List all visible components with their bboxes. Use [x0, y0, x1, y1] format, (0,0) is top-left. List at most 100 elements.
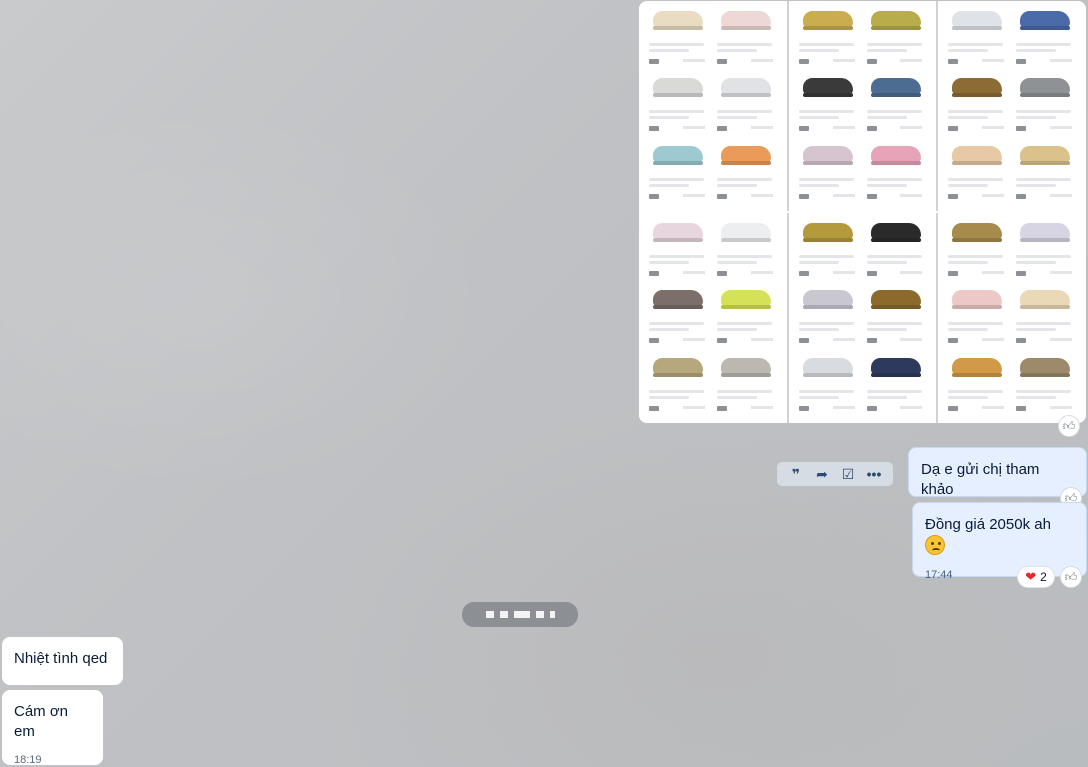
sent-message-1[interactable]: Dạ e gửi chị tham khảo — [908, 447, 1087, 498]
shoe-product-cell — [645, 72, 713, 139]
product-tag — [866, 338, 877, 344]
shoe-thumbnail — [720, 78, 771, 95]
product-tag — [1016, 59, 1027, 64]
shoe-product-cell — [944, 140, 1012, 207]
image-row-bottom — [639, 213, 1086, 423]
product-text-placeholder — [948, 43, 1004, 46]
shoe-thumbnail — [870, 290, 921, 307]
product-photo-4[interactable] — [639, 213, 787, 423]
product-text-placeholder — [1016, 389, 1072, 393]
product-text-placeholder — [649, 183, 689, 187]
received-message-1[interactable]: Nhiệt tình qed — [2, 637, 123, 685]
product-text-placeholder — [798, 116, 839, 120]
product-price-placeholder — [682, 405, 705, 409]
product-price-placeholder — [682, 338, 705, 342]
shoe-thumbnail — [952, 223, 1003, 239]
product-tag — [649, 338, 659, 344]
shoe-thumbnail — [720, 223, 771, 239]
heart-icon: ❤ — [1025, 569, 1037, 584]
shoe-thumbnail — [1020, 223, 1071, 239]
product-tag — [716, 405, 727, 411]
product-price-placeholder — [1050, 193, 1073, 197]
product-price-placeholder — [900, 405, 923, 409]
quote-icon[interactable]: ❞ — [786, 466, 806, 483]
forward-icon[interactable]: ➦ — [812, 466, 832, 483]
product-price-placeholder — [900, 338, 923, 342]
product-tag — [649, 126, 659, 132]
product-text-placeholder — [649, 261, 689, 264]
product-photo-2[interactable] — [788, 1, 937, 211]
shoe-thumbnail — [952, 145, 1003, 162]
product-text-placeholder — [649, 322, 704, 326]
product-price-placeholder — [900, 59, 923, 62]
product-photo-6[interactable] — [938, 213, 1086, 423]
typing-indicator — [462, 602, 578, 627]
product-text-placeholder — [716, 322, 772, 326]
image-collage-message[interactable] — [639, 1, 1086, 423]
product-price-placeholder — [750, 59, 773, 62]
shoe-thumbnail — [952, 357, 1003, 374]
product-photo-3[interactable] — [938, 1, 1086, 211]
product-text-placeholder — [649, 177, 704, 181]
shoe-thumbnail — [870, 78, 921, 95]
shoe-thumbnail — [802, 78, 853, 95]
like-image-button[interactable]: 👍︎ — [1058, 415, 1080, 437]
product-tag — [798, 59, 809, 64]
product-text-placeholder — [798, 177, 854, 181]
shoe-thumbnail — [952, 11, 1003, 27]
product-text-placeholder — [649, 49, 689, 52]
product-text-placeholder — [716, 389, 772, 393]
product-text-placeholder — [1016, 49, 1057, 52]
product-price-placeholder — [682, 126, 705, 130]
like-message-button[interactable]: 👍︎ — [1060, 566, 1082, 588]
product-tag — [1016, 405, 1027, 411]
shoe-thumbnail — [802, 357, 853, 374]
shoe-product-cell — [1012, 284, 1080, 351]
product-price-placeholder — [750, 405, 773, 409]
product-text-placeholder — [866, 389, 922, 393]
shoe-thumbnail — [720, 357, 771, 374]
shoe-product-cell — [713, 72, 781, 139]
shoe-thumbnail — [720, 290, 771, 307]
product-price-placeholder — [832, 271, 855, 274]
received-message-2[interactable]: Cám ơn em 18:19 — [2, 690, 103, 766]
shoe-thumbnail — [870, 11, 921, 27]
shoe-thumbnail — [802, 223, 853, 239]
thumbs-up-icon: 👍︎ — [1062, 418, 1076, 433]
shoe-thumbnail — [1020, 290, 1071, 307]
product-text-placeholder — [866, 110, 922, 114]
product-price-placeholder — [750, 193, 773, 197]
product-photo-5[interactable] — [788, 213, 937, 423]
shoe-thumbnail — [802, 11, 853, 27]
task-icon[interactable]: ☑ — [838, 466, 858, 483]
product-text-placeholder — [716, 261, 757, 264]
product-tag — [716, 59, 727, 64]
shoe-product-cell — [795, 284, 863, 351]
product-price-placeholder — [900, 271, 923, 274]
product-tag — [948, 271, 959, 276]
shoe-product-cell — [795, 352, 863, 419]
shoe-product-cell — [863, 72, 931, 139]
product-text-placeholder — [866, 49, 907, 52]
sent-message-2[interactable]: Đồng giá 2050k ah 17:44 — [912, 502, 1087, 581]
shoe-product-cell — [795, 5, 863, 72]
product-text-placeholder — [1016, 255, 1072, 258]
product-text-placeholder — [649, 328, 689, 332]
more-icon[interactable]: ••• — [864, 466, 884, 482]
product-text-placeholder — [798, 261, 839, 264]
product-tag — [798, 126, 809, 132]
product-tag — [716, 126, 727, 132]
product-text-placeholder — [1016, 183, 1057, 187]
product-text-placeholder — [798, 328, 839, 332]
reaction-summary[interactable]: ❤ 2 — [1017, 566, 1055, 588]
product-tag — [948, 405, 959, 411]
shoe-thumbnail — [802, 145, 853, 162]
product-price-placeholder — [900, 126, 923, 130]
shoe-product-cell — [863, 5, 931, 72]
product-text-placeholder — [716, 183, 757, 187]
product-text-placeholder — [798, 49, 839, 52]
shoe-thumbnail — [653, 145, 703, 162]
shoe-product-cell — [1012, 140, 1080, 207]
product-text-placeholder — [649, 43, 704, 46]
product-photo-1[interactable] — [639, 1, 787, 211]
